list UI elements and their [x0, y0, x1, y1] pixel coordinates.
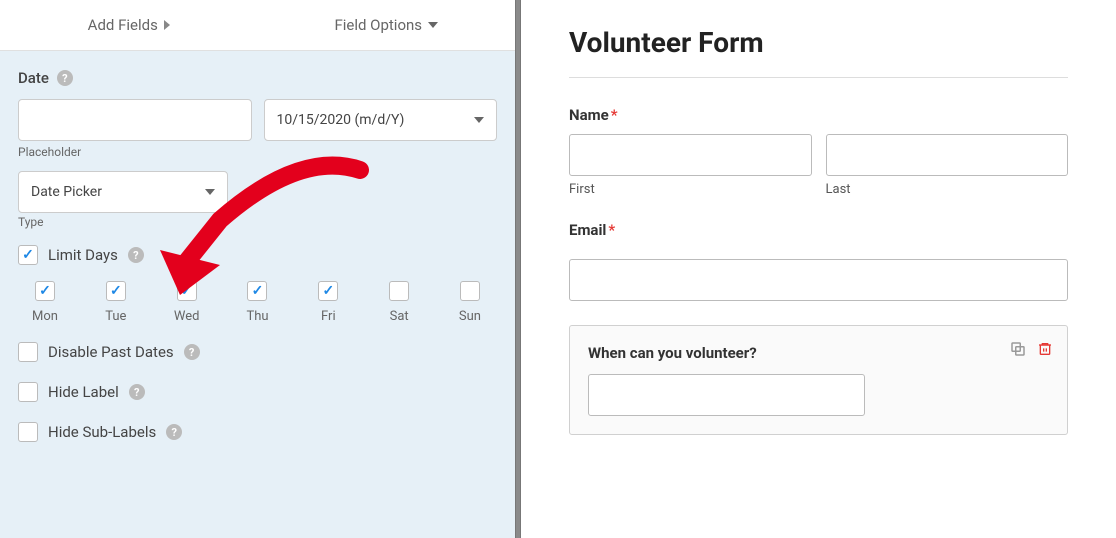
date-type-select[interactable]: Date Picker — [18, 171, 228, 213]
email-field-label: Email* — [569, 221, 1068, 239]
date-section-label: Date — [18, 69, 49, 87]
date-format-value: 10/15/2020 (m/d/Y) — [277, 112, 405, 128]
day-fri-checkbox[interactable] — [318, 281, 338, 301]
tab-field-options-label: Field Options — [334, 16, 422, 34]
hide-sublabels-label: Hide Sub-Labels — [48, 423, 156, 441]
date-format-select[interactable]: 10/15/2020 (m/d/Y) — [264, 99, 498, 141]
hide-label-label: Hide Label — [48, 383, 119, 401]
hide-label-checkbox[interactable] — [18, 382, 38, 402]
limit-days-checkbox[interactable] — [18, 245, 38, 265]
volunteer-field-card[interactable]: When can you volunteer? — [569, 325, 1068, 435]
day-sun-checkbox[interactable] — [460, 281, 480, 301]
first-name-input[interactable] — [569, 134, 812, 176]
day-thu-label: Thu — [246, 309, 268, 324]
volunteer-date-input[interactable] — [588, 374, 865, 416]
duplicate-icon[interactable] — [1009, 340, 1027, 358]
chevron-right-icon — [164, 20, 170, 30]
last-name-sublabel: Last — [826, 182, 1069, 197]
limit-days-label: Limit Days — [48, 246, 118, 264]
first-name-sublabel: First — [569, 182, 812, 197]
day-sat-checkbox[interactable] — [389, 281, 409, 301]
chevron-down-icon — [428, 22, 438, 28]
day-mon-label: Mon — [32, 309, 58, 324]
name-field-label: Name* — [569, 106, 1068, 124]
help-icon[interactable]: ? — [129, 384, 145, 400]
day-mon-checkbox[interactable] — [35, 281, 55, 301]
day-wed-label: Wed — [174, 309, 200, 324]
disable-past-dates-label: Disable Past Dates — [48, 343, 174, 361]
tab-add-fields[interactable]: Add Fields — [0, 0, 258, 50]
help-icon[interactable]: ? — [184, 344, 200, 360]
date-placeholder-input[interactable] — [18, 99, 252, 141]
day-tue-checkbox[interactable] — [106, 281, 126, 301]
help-icon[interactable]: ? — [128, 247, 144, 263]
disable-past-dates-checkbox[interactable] — [18, 342, 38, 362]
form-divider — [569, 77, 1068, 78]
trash-icon[interactable] — [1037, 340, 1053, 358]
day-thu-checkbox[interactable] — [247, 281, 267, 301]
tab-add-fields-label: Add Fields — [88, 16, 158, 34]
email-input[interactable] — [569, 259, 1068, 301]
day-wed-checkbox[interactable] — [177, 281, 197, 301]
tab-field-options[interactable]: Field Options — [258, 0, 516, 50]
day-fri-label: Fri — [321, 309, 336, 324]
form-preview-panel: Volunteer Form Name* First Last Email* — [521, 0, 1116, 538]
placeholder-sublabel: Placeholder — [18, 145, 497, 159]
panel-tabs: Add Fields Field Options — [0, 0, 515, 51]
days-row: Mon Tue Wed Thu Fri Sat Sun — [18, 281, 497, 324]
help-icon[interactable]: ? — [166, 424, 182, 440]
volunteer-field-label: When can you volunteer? — [588, 344, 1049, 362]
day-sat-label: Sat — [390, 309, 409, 324]
chevron-down-icon — [474, 117, 484, 123]
day-tue-label: Tue — [105, 309, 126, 324]
day-sun-label: Sun — [459, 309, 481, 324]
type-sublabel: Type — [18, 215, 497, 229]
field-options-panel: Add Fields Field Options Date ? 10/15/20… — [0, 0, 515, 538]
form-title: Volunteer Form — [569, 26, 1068, 59]
help-icon[interactable]: ? — [57, 70, 73, 86]
last-name-input[interactable] — [826, 134, 1069, 176]
hide-sublabels-checkbox[interactable] — [18, 422, 38, 442]
date-type-value: Date Picker — [31, 184, 102, 200]
chevron-down-icon — [205, 189, 215, 195]
